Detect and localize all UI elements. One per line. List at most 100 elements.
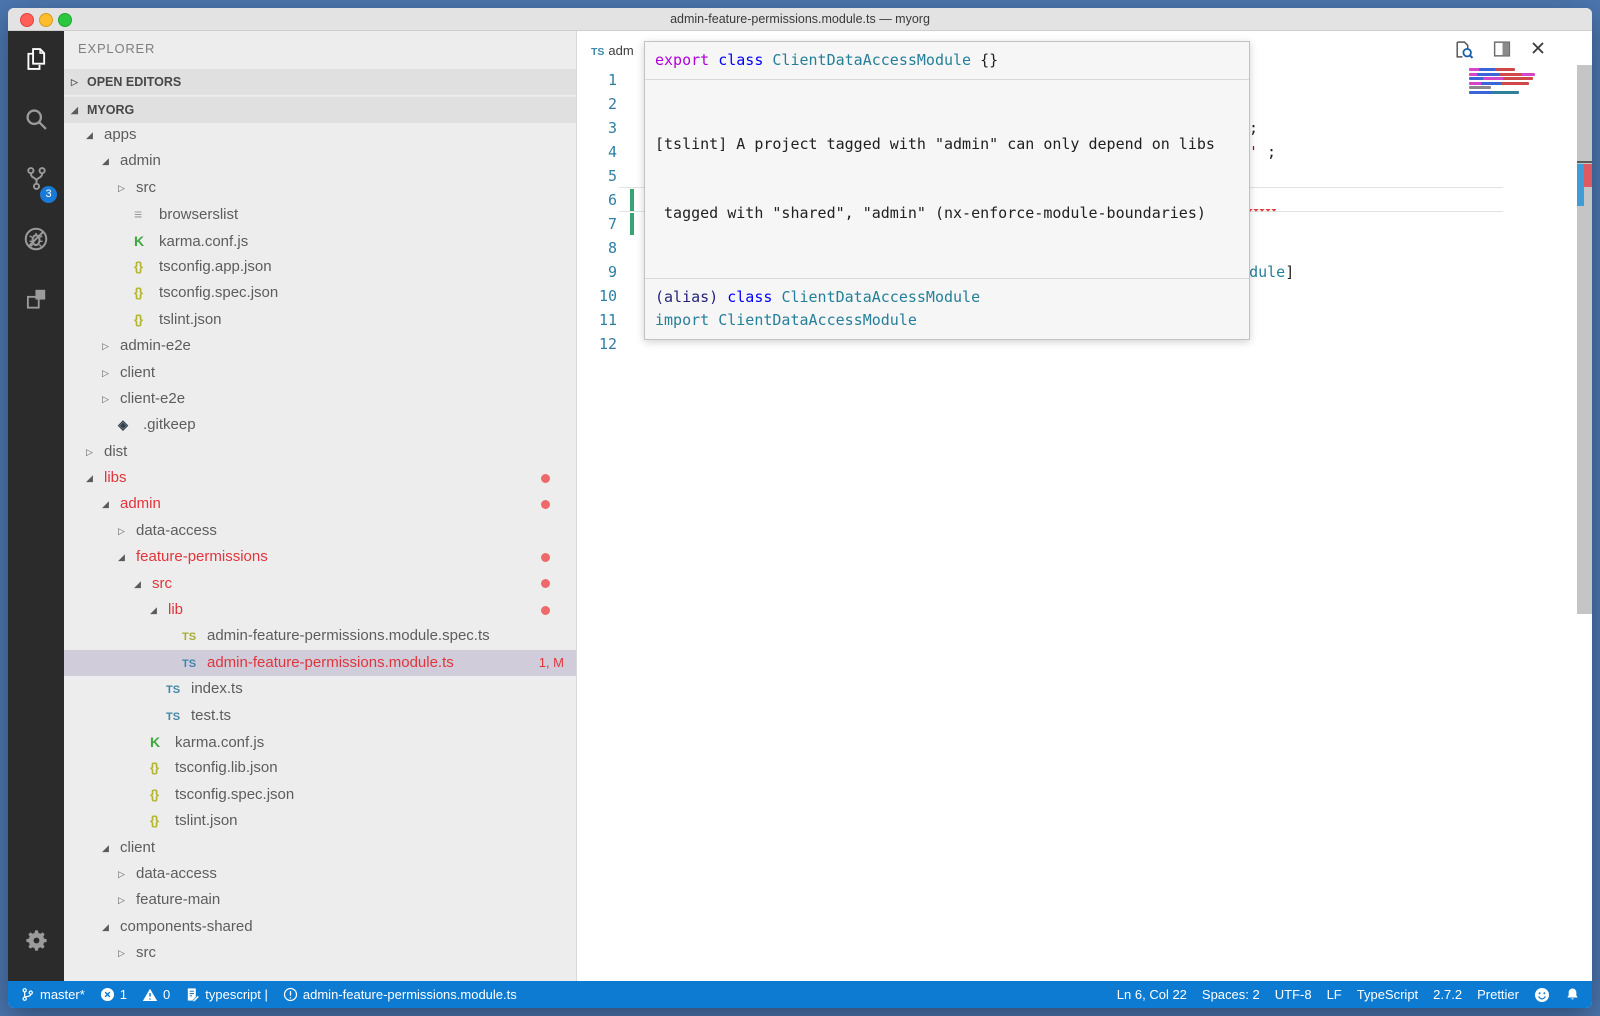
- gear-icon: [23, 927, 50, 959]
- tree-folder-client-e2e[interactable]: ▷client-e2e: [64, 386, 576, 412]
- tree-folder-client[interactable]: ▷client: [64, 360, 576, 386]
- status-item-utf-8[interactable]: UTF-8: [1275, 987, 1312, 1002]
- status-item-bell[interactable]: [1565, 987, 1580, 1002]
- tree-file-tsconfig.spec.json[interactable]: {}tsconfig.spec.json: [64, 280, 576, 306]
- minimap[interactable]: [1469, 68, 1541, 96]
- status-item-1[interactable]: 1: [100, 987, 127, 1002]
- close-editor-button[interactable]: [1530, 40, 1546, 61]
- tree-file-karma.conf.js[interactable]: Kkarma.conf.js: [64, 729, 576, 755]
- tree-item-label: tsconfig.lib.json: [175, 759, 278, 776]
- tree-file-admin-feature-permissions.module.spec.ts[interactable]: TSadmin-feature-permissions.module.spec.…: [64, 623, 576, 649]
- status-item-label: typescript |: [205, 987, 268, 1002]
- tree-item-label: admin: [120, 495, 161, 512]
- tree-folder-apps[interactable]: ◢apps: [64, 122, 576, 148]
- status-item-spaces-2[interactable]: Spaces: 2: [1202, 987, 1260, 1002]
- files-icon: [22, 45, 50, 78]
- tree-folder-feature-permissions[interactable]: ◢feature-permissions: [64, 544, 576, 570]
- tree-item-label: tsconfig.app.json: [159, 258, 272, 275]
- tree-folder-src[interactable]: ▷src: [64, 175, 576, 201]
- json-file-icon: {}: [134, 280, 157, 306]
- tree-folder-admin[interactable]: ◢admin: [64, 148, 576, 174]
- tree-item-label: browserslist: [159, 206, 238, 223]
- line-number: 8: [577, 236, 617, 260]
- modified-dot-badge: [541, 500, 550, 509]
- tree-file-test.ts[interactable]: TStest.ts: [64, 703, 576, 729]
- tree-file-tsconfig.app.json[interactable]: {}tsconfig.app.json: [64, 254, 576, 280]
- activity-extensions-button[interactable]: [8, 271, 64, 331]
- code-text[interactable]: ' ;: [1249, 140, 1276, 164]
- tree-file-tslint.json[interactable]: {}tslint.json: [64, 307, 576, 333]
- tree-folder-dist[interactable]: ▷dist: [64, 439, 576, 465]
- titlebar[interactable]: admin-feature-permissions.module.ts — my…: [8, 8, 1592, 31]
- status-item-label: Spaces: 2: [1202, 987, 1260, 1002]
- tree-item-label: karma.conf.js: [159, 233, 248, 250]
- activity-debug-button[interactable]: [8, 211, 64, 271]
- tree-item-label: tslint.json: [159, 311, 222, 328]
- hover-alias-line: (alias) class ClientDataAccessModule: [655, 286, 1239, 309]
- tree-folder-admin[interactable]: ◢admin: [64, 491, 576, 517]
- code-text[interactable]: ;: [1249, 116, 1258, 140]
- status-item-smiley[interactable]: [1534, 987, 1550, 1003]
- tree-file-index.ts[interactable]: TSindex.ts: [64, 676, 576, 702]
- tree-file-.gitkeep[interactable]: ◈.gitkeep: [64, 412, 576, 438]
- tree-item-label: data-access: [136, 865, 217, 882]
- gutter-added-indicator: [630, 189, 634, 211]
- chevron-expanded-icon: ◢: [86, 465, 102, 491]
- error-icon: [100, 987, 115, 1002]
- settings-button[interactable]: [8, 927, 64, 959]
- chevron-expanded-icon: ◢: [118, 544, 134, 570]
- hover-alias-info: (alias) class ClientDataAccessModuleimpo…: [645, 278, 1249, 339]
- line-number: 4: [577, 140, 617, 164]
- root-folder-section-header[interactable]: ◢MYORG: [64, 96, 576, 123]
- status-item-lf[interactable]: LF: [1327, 987, 1342, 1002]
- tree-file-admin-feature-permissions.module.ts[interactable]: TSadmin-feature-permissions.module.ts1, …: [64, 650, 576, 676]
- tree-item-label: client: [120, 364, 155, 381]
- tree-file-browserslist[interactable]: ≡browserslist: [64, 201, 576, 227]
- modified-dot-badge: [541, 579, 550, 588]
- tree-folder-src[interactable]: ▷src: [64, 940, 576, 966]
- tree-folder-client[interactable]: ◢client: [64, 835, 576, 861]
- open-editors-section-header[interactable]: ▷OPEN EDITORS: [64, 69, 576, 95]
- ts-blue-file-icon: TS: [166, 677, 189, 703]
- status-item-typescript[interactable]: typescript |: [185, 987, 268, 1002]
- tree-folder-data-access[interactable]: ▷data-access: [64, 518, 576, 544]
- tree-folder-src[interactable]: ◢src: [64, 571, 576, 597]
- tree-item-label: tsconfig.spec.json: [159, 284, 278, 301]
- status-item-label: Prettier: [1477, 987, 1519, 1002]
- tree-file-tslint.json[interactable]: {}tslint.json: [64, 808, 576, 834]
- bell-icon: [1565, 987, 1580, 1002]
- status-bar-right: Ln 6, Col 22 Spaces: 2 UTF-8 LF TypeScript 2.…: [1117, 987, 1580, 1003]
- tree-folder-feature-main[interactable]: ▷feature-main: [64, 887, 576, 913]
- activity-explorer-button[interactable]: [8, 31, 64, 91]
- status-item-admin-feature-permissions-module-ts[interactable]: admin-feature-permissions.module.ts: [283, 987, 517, 1002]
- editor-tab[interactable]: TSadm: [591, 43, 634, 58]
- tree-folder-lib[interactable]: ◢lib: [64, 597, 576, 623]
- tree-file-tsconfig.lib.json[interactable]: {}tsconfig.lib.json: [64, 755, 576, 781]
- line-number: 6: [577, 188, 617, 212]
- open-changes-button[interactable]: [1453, 39, 1474, 65]
- ruler-slider-edge: [1577, 161, 1592, 163]
- status-item-prettier[interactable]: Prettier: [1477, 987, 1519, 1002]
- tree-folder-admin-e2e[interactable]: ▷admin-e2e: [64, 333, 576, 359]
- json-file-icon: {}: [150, 808, 173, 834]
- tree-folder-libs[interactable]: ◢libs: [64, 465, 576, 491]
- status-item-ln-6-col-22[interactable]: Ln 6, Col 22: [1117, 987, 1187, 1002]
- status-item-0[interactable]: 0: [142, 987, 170, 1003]
- tree-folder-components-shared[interactable]: ◢components-shared: [64, 914, 576, 940]
- tree-item-label: tslint.json: [175, 812, 238, 829]
- problems-badge: 1, M: [539, 650, 564, 676]
- git-branch-icon: [20, 987, 35, 1002]
- overview-ruler[interactable]: [1577, 65, 1592, 614]
- tab-label: adm: [608, 43, 633, 58]
- activity-source-control-button[interactable]: 3: [8, 151, 64, 211]
- split-editor-button[interactable]: [1492, 39, 1512, 64]
- status-item-typescript[interactable]: TypeScript: [1357, 987, 1418, 1002]
- tree-file-karma.conf.js[interactable]: Kkarma.conf.js: [64, 228, 576, 254]
- status-item-master[interactable]: master*: [20, 987, 85, 1002]
- tree-folder-data-access[interactable]: ▷data-access: [64, 861, 576, 887]
- status-item-2-7-2[interactable]: 2.7.2: [1433, 987, 1462, 1002]
- tree-file-tsconfig.spec.json[interactable]: {}tsconfig.spec.json: [64, 782, 576, 808]
- line-number: 1: [577, 68, 617, 92]
- info-icon: [283, 987, 298, 1002]
- activity-search-button[interactable]: [8, 91, 64, 151]
